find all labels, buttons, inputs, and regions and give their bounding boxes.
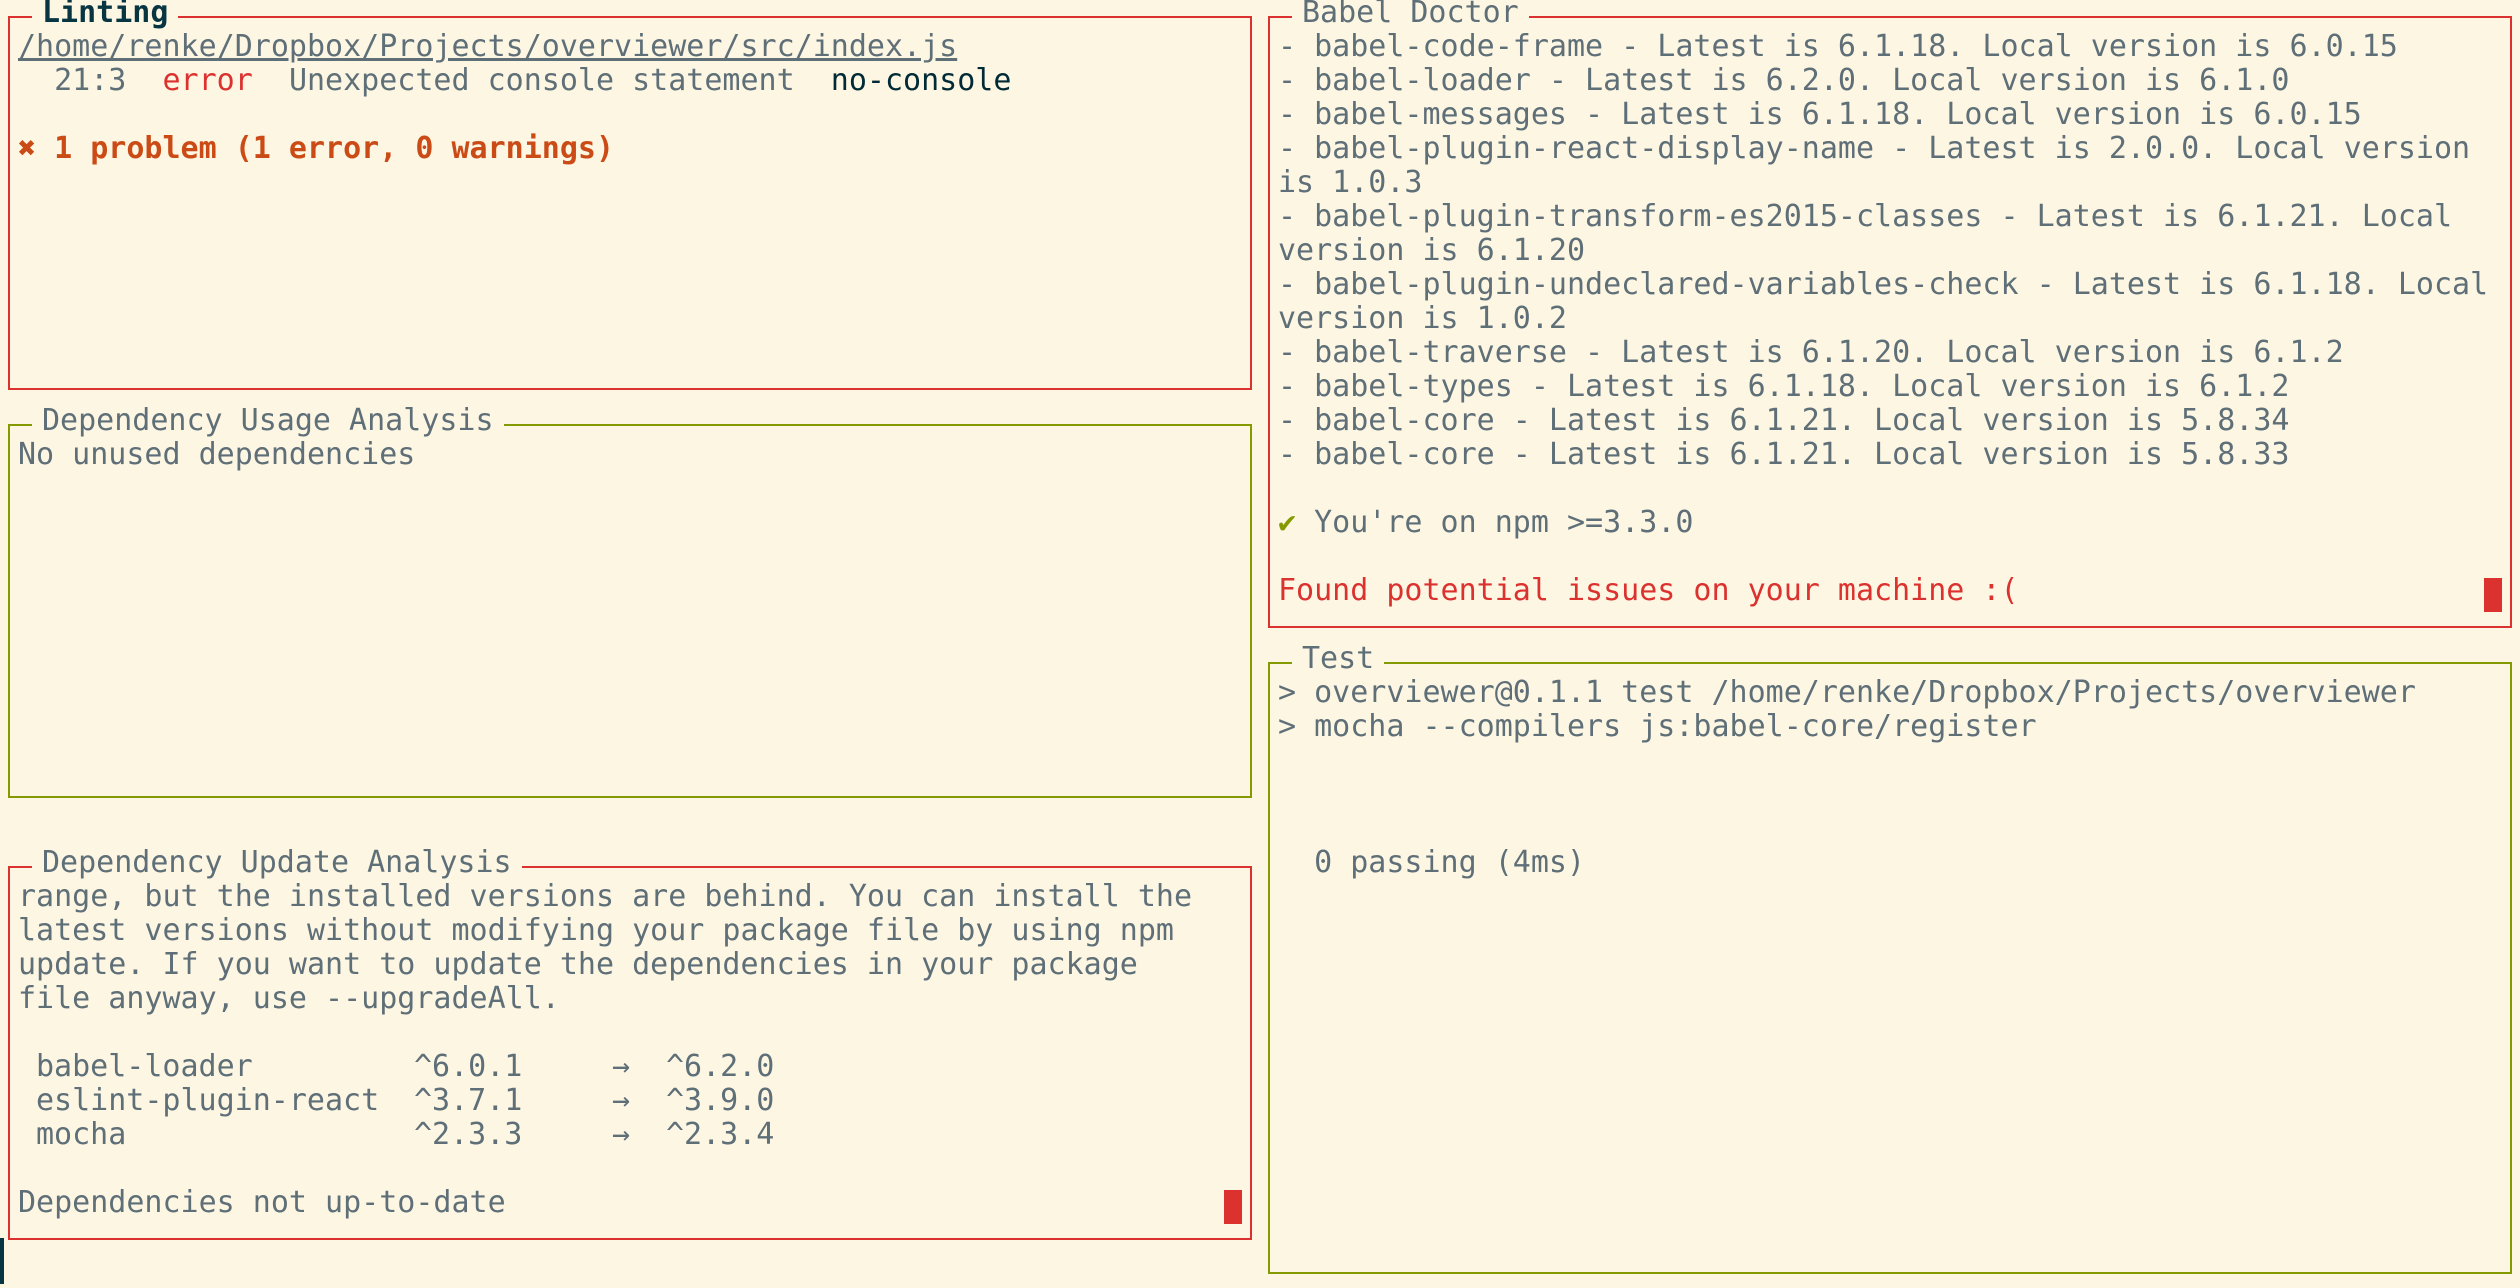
babel-outdated-item: - babel-types - Latest is 6.1.18. Local …: [1278, 369, 2290, 404]
lint-summary-row: ✖ 1 problem (1 error, 0 warnings): [18, 132, 1242, 166]
babel-doctor-result: Found potential issues on your machine :…: [1278, 574, 2019, 608]
linting-title: Linting: [32, 0, 179, 30]
package-name: babel-loader: [36, 1050, 253, 1084]
babel-outdated-item: - babel-core - Latest is 6.1.21. Local v…: [1278, 437, 2290, 472]
package-row: eslint-plugin-react ^3.7.1 → ^3.9.0: [18, 1084, 1242, 1118]
babel-items-list: - babel-code-frame - Latest is 6.1.18. L…: [1278, 30, 2502, 472]
dep-update-text-line: file anyway, use --upgradeAll.: [18, 982, 560, 1016]
babel-outdated-item: - babel-core - Latest is 6.1.21. Local v…: [1278, 403, 2290, 438]
test-content: > overviewer@0.1.1 test /home/renke/Drop…: [1278, 676, 2502, 1272]
lint-summary: 1 problem (1 error, 0 warnings): [54, 132, 615, 166]
babel-doctor-panel: Babel Doctor - babel-code-frame - Latest…: [1268, 0, 2512, 628]
test-output-line: > overviewer@0.1.1 test /home/renke/Drop…: [1278, 676, 2416, 710]
linting-panel: Linting /home/renke/Dropbox/Projects/ove…: [8, 0, 1252, 390]
dep-update-title: Dependency Update Analysis: [32, 846, 522, 880]
lint-issue-row: 21:3 error Unexpected console statement …: [18, 64, 1242, 98]
arrow-right-icon: →: [612, 1118, 631, 1152]
dep-update-status: Dependencies not up-to-date: [18, 1186, 506, 1220]
linting-content: /home/renke/Dropbox/Projects/overviewer/…: [18, 30, 1242, 388]
arrow-right-icon: →: [612, 1050, 631, 1084]
babel-doctor-content: - babel-code-frame - Latest is 6.1.18. L…: [1278, 30, 2502, 626]
npm-check-text: You're on npm >=3.3.0: [1314, 506, 1694, 540]
dep-update-text-line: update. If you want to update the depend…: [18, 948, 1138, 982]
terminal-cursor: [2484, 578, 2502, 612]
arrow-right-icon: →: [612, 1084, 631, 1118]
test-output-lines: > overviewer@0.1.1 test /home/renke/Drop…: [1278, 676, 2502, 744]
dep-update-text: range, but the installed versions are be…: [18, 880, 1242, 1016]
package-latest-version: ^6.2.0: [666, 1050, 775, 1084]
babel-outdated-item: - babel-traverse - Latest is 6.1.20. Loc…: [1278, 335, 2344, 370]
lint-issue-position: 21:3: [54, 64, 127, 98]
dep-update-text-line: range, but the installed versions are be…: [18, 880, 1192, 914]
package-name: eslint-plugin-react: [36, 1084, 380, 1118]
package-row: babel-loader ^6.0.1 → ^6.2.0: [18, 1050, 1242, 1084]
dep-usage-content: No unused dependencies: [18, 438, 1242, 796]
babel-outdated-item: - babel-plugin-react-display-name - Late…: [1278, 131, 2489, 200]
babel-outdated-item: - babel-loader - Latest is 6.2.0. Local …: [1278, 63, 2290, 98]
npm-check-row: ✔ You're on npm >=3.3.0: [1278, 506, 2502, 540]
dep-usage-message: No unused dependencies: [18, 438, 416, 472]
package-current-version: ^2.3.3: [414, 1118, 523, 1152]
babel-outdated-item: - babel-code-frame - Latest is 6.1.18. L…: [1278, 30, 2398, 64]
package-name: mocha: [36, 1118, 127, 1152]
dep-usage-title: Dependency Usage Analysis: [32, 404, 504, 438]
package-row: mocha ^2.3.3 → ^2.3.4: [18, 1118, 1242, 1152]
dep-update-panel: Dependency Update Analysis range, but th…: [8, 846, 1252, 1240]
babel-outdated-item: - babel-plugin-transform-es2015-classes …: [1278, 199, 2471, 268]
dep-update-content: range, but the installed versions are be…: [18, 880, 1242, 1238]
babel-outdated-item: - babel-plugin-undeclared-variables-chec…: [1278, 267, 2489, 336]
error-x-icon: ✖: [18, 132, 37, 166]
test-panel: Test > overviewer@0.1.1 test /home/renke…: [1268, 642, 2512, 1274]
babel-outdated-item: - babel-messages - Latest is 6.1.18. Loc…: [1278, 97, 2362, 132]
package-current-version: ^6.0.1: [414, 1050, 523, 1084]
package-latest-version: ^2.3.4: [666, 1118, 775, 1152]
window-edge-marker: [0, 1238, 4, 1284]
check-icon: ✔: [1278, 506, 1297, 540]
package-current-version: ^3.7.1: [414, 1084, 523, 1118]
lint-issue-severity: error: [162, 64, 253, 98]
dep-update-text-line: latest versions without modifying your p…: [18, 914, 1174, 948]
package-table: babel-loader ^6.0.1 → ^6.2.0 eslint-plugin-r…: [18, 1050, 1242, 1152]
terminal-cursor: [1224, 1190, 1242, 1224]
test-title: Test: [1292, 642, 1385, 676]
lint-issue-rule: no-console: [830, 64, 1012, 98]
test-output-line: > mocha --compilers js:babel-core/regist…: [1278, 710, 2037, 744]
lint-issue-message: Unexpected console statement: [288, 64, 795, 98]
test-result: 0 passing (4ms): [1278, 846, 1586, 880]
package-latest-version: ^3.9.0: [666, 1084, 775, 1118]
lint-file-path[interactable]: /home/renke/Dropbox/Projects/overviewer/…: [18, 30, 1242, 64]
babel-doctor-title: Babel Doctor: [1292, 0, 1529, 30]
dep-usage-panel: Dependency Usage Analysis No unused depe…: [8, 404, 1252, 798]
